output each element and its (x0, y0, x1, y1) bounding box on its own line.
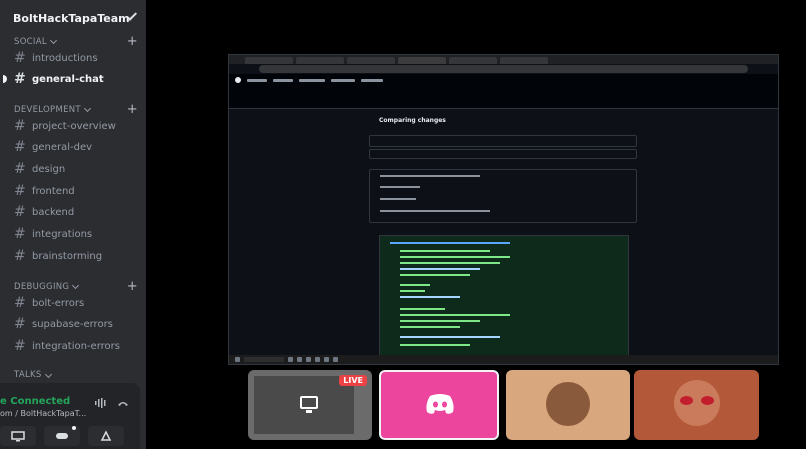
channel-label: supabase-errors (32, 318, 113, 330)
category-label: TALKS (14, 370, 42, 380)
category-social[interactable]: SOCIAL + (14, 35, 138, 48)
participant-tile-discord[interactable] (379, 370, 499, 440)
channel-label: bolt-errors (32, 297, 85, 309)
participant-avatar (546, 382, 590, 426)
browser-tab (296, 57, 344, 64)
add-channel-icon[interactable]: + (127, 35, 138, 48)
channel-project-overview[interactable]: # project-overview (10, 116, 138, 136)
monitor-icon (300, 396, 318, 413)
browser-tab (449, 57, 497, 64)
channel-label: integrations (32, 228, 93, 240)
channel-general-chat[interactable]: # general-chat (10, 69, 138, 89)
github-repo-nav (229, 86, 778, 109)
channel-bolt-errors[interactable]: # bolt-errors (10, 293, 138, 313)
chevron-down-icon (72, 281, 80, 290)
activities-button[interactable] (44, 426, 80, 446)
browser-tab-strip (229, 55, 778, 64)
browser-tab (500, 57, 548, 64)
category-label: DEVELOPMENT (14, 104, 81, 115)
stream-thumbnail-tile[interactable]: LIVE (248, 370, 372, 440)
category-development[interactable]: DEVELOPMENT + (14, 103, 138, 116)
windows-taskbar (229, 355, 778, 364)
hashtag-icon: # (14, 183, 26, 199)
channel-integrations[interactable]: # integrations (10, 224, 138, 244)
chevron-down-icon (83, 104, 91, 113)
channel-backend[interactable]: # backend (10, 202, 138, 222)
channel-sidebar: BoltHackTapaTeam SOCIAL + # introduction… (0, 0, 146, 449)
signal-bars-icon[interactable] (95, 398, 107, 408)
windows-start-icon (235, 357, 240, 362)
branch-compare-box (369, 135, 637, 147)
sunglasses-graphic (680, 396, 714, 405)
channel-label: introductions (32, 52, 98, 64)
hashtag-icon: # (14, 139, 26, 155)
github-header (229, 74, 778, 86)
channel-label: project-overview (32, 120, 116, 132)
discord-logo-icon (426, 394, 454, 414)
channel-supabase-errors[interactable]: # supabase-errors (10, 314, 138, 334)
server-name: BoltHackTapaTeam (13, 11, 130, 25)
hashtag-icon: # (14, 161, 26, 177)
channel-frontend[interactable]: # frontend (10, 181, 138, 201)
voice-status: e Connected (0, 396, 71, 407)
taskbar-search (244, 357, 284, 362)
soundboard-icon (100, 430, 112, 441)
category-label: SOCIAL (14, 36, 47, 47)
channel-integration-errors[interactable]: # integration-errors (10, 336, 138, 356)
add-channel-icon[interactable]: + (127, 103, 138, 116)
browser-tab (347, 57, 395, 64)
voice-stage: Comparing changes LIVE (146, 0, 806, 449)
browser-tab (245, 57, 293, 64)
hashtag-icon: # (14, 118, 26, 134)
hashtag-icon: # (14, 71, 26, 87)
channel-label: design (32, 163, 66, 175)
notification-dot (72, 426, 76, 430)
soundboard-button[interactable] (88, 426, 124, 446)
category-talks[interactable]: TALKS (14, 370, 138, 380)
hashtag-icon: # (14, 204, 26, 220)
hashtag-icon: # (14, 316, 26, 332)
chevron-down-icon (49, 36, 57, 45)
diff-stats-bar (369, 149, 637, 159)
hashtag-icon: # (14, 295, 26, 311)
browser-tab-active (398, 57, 446, 64)
server-header[interactable]: BoltHackTapaTeam (0, 0, 146, 36)
channel-brainstorming[interactable]: # brainstorming (10, 246, 138, 266)
channel-label: brainstorming (32, 250, 103, 262)
hashtag-icon: # (14, 248, 26, 264)
channel-introductions[interactable]: # introductions (10, 48, 138, 68)
channel-label: general-dev (32, 141, 93, 153)
participant-tile-camera[interactable] (506, 370, 630, 440)
participant-tile-camera[interactable] (634, 370, 759, 440)
commit-list (369, 169, 637, 223)
channel-label: backend (32, 206, 75, 218)
voice-connection-panel: e Connected om / BoltHackTapaT... (0, 383, 140, 449)
code-diff-view (379, 235, 629, 357)
compare-page-title: Comparing changes (379, 117, 446, 124)
category-debugging[interactable]: DEBUGGING + (14, 280, 138, 293)
live-badge: LIVE (339, 375, 367, 386)
screen-share-stream[interactable]: Comparing changes (228, 54, 779, 365)
channel-label: frontend (32, 185, 75, 197)
hashtag-icon: # (14, 50, 26, 66)
browser-address-bar (259, 65, 748, 73)
channel-general-dev[interactable]: # general-dev (10, 137, 138, 157)
category-label: DEBUGGING (14, 281, 70, 292)
gamepad-icon (56, 433, 68, 439)
hashtag-icon: # (14, 226, 26, 242)
channel-label: general-chat (32, 73, 104, 85)
add-channel-icon[interactable]: + (127, 280, 138, 293)
voice-location[interactable]: om / BoltHackTapaT... (0, 409, 86, 418)
hashtag-icon: # (14, 338, 26, 354)
disconnect-call-icon[interactable] (117, 398, 129, 408)
channel-label: integration-errors (32, 340, 120, 352)
github-logo-icon (235, 77, 241, 83)
unread-indicator (3, 75, 7, 83)
chevron-down-icon (44, 370, 52, 378)
channel-design[interactable]: # design (10, 159, 138, 179)
screen-share-icon (11, 430, 25, 441)
share-screen-button[interactable] (0, 426, 36, 446)
